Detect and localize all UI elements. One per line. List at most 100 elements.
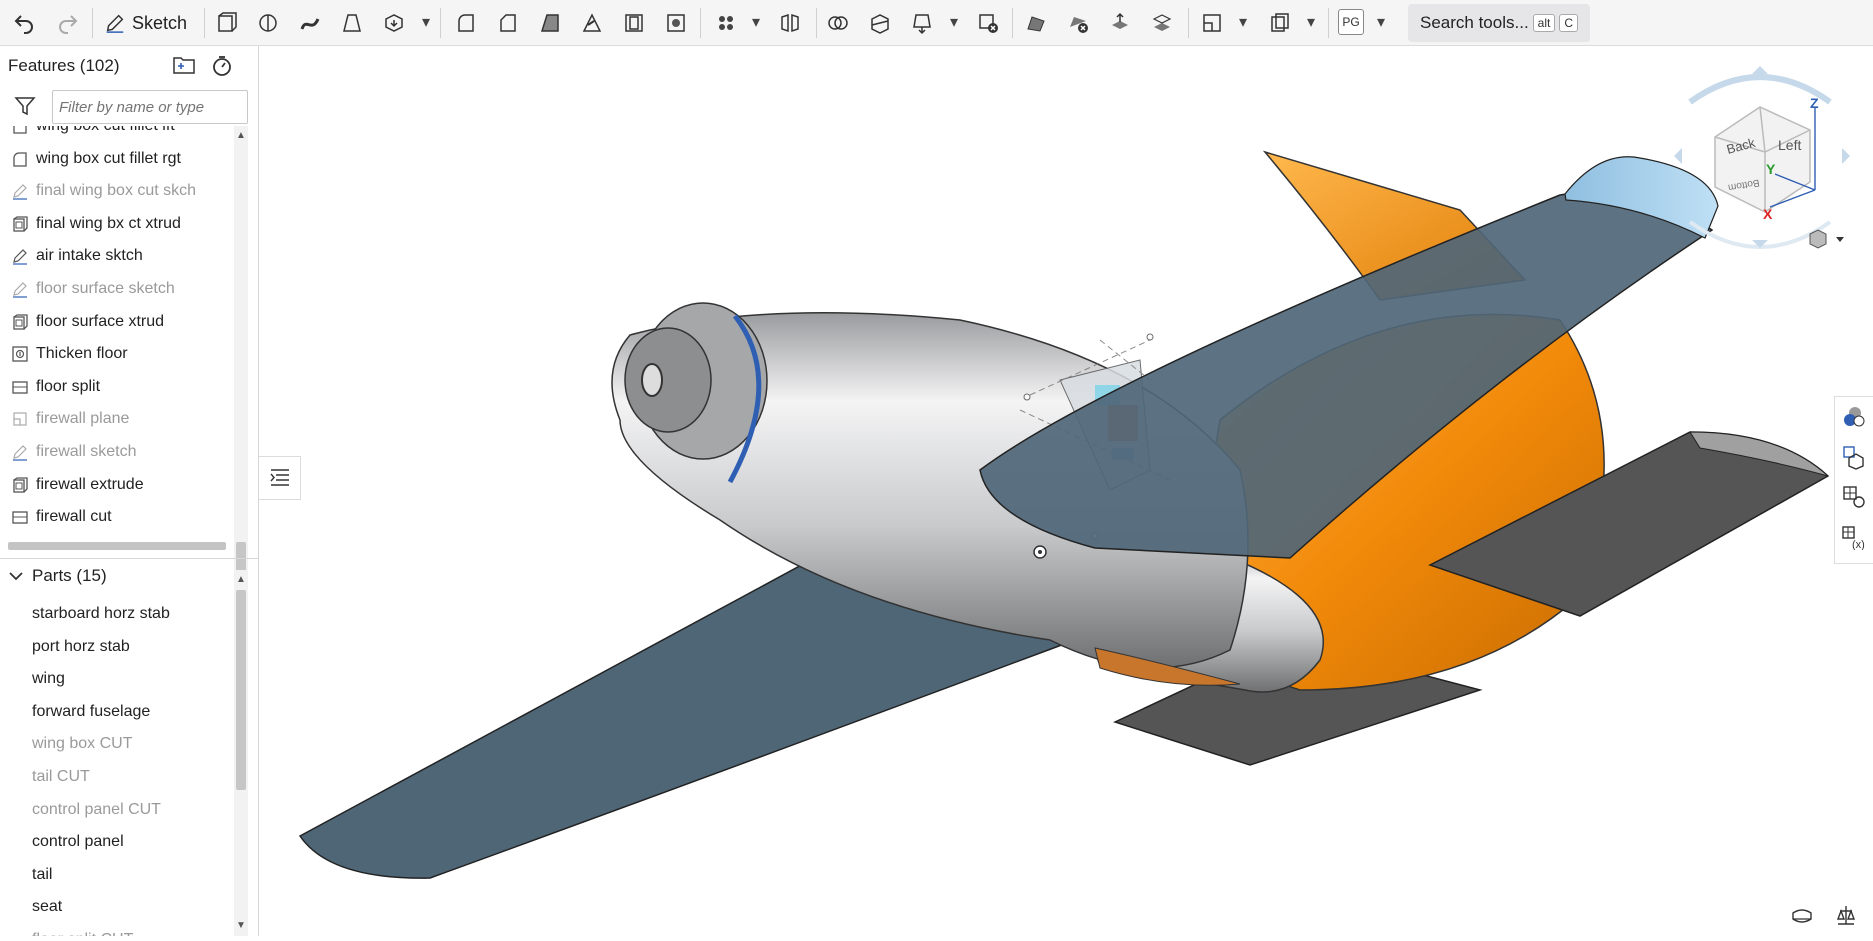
scroll-up-arrow[interactable]: ▲ — [234, 128, 248, 142]
mate-connector-icon[interactable] — [1262, 6, 1298, 40]
svg-text:(x): (x) — [1852, 539, 1865, 550]
thicken-icon[interactable] — [376, 6, 412, 40]
feature-item[interactable]: Thicken floor — [0, 338, 235, 370]
filter-icon[interactable] — [14, 96, 36, 121]
transform-icon[interactable] — [904, 6, 940, 40]
feature-item[interactable]: floor surface sketch — [0, 273, 235, 305]
graphics-viewport[interactable] — [260, 46, 1873, 936]
search-tools-button[interactable]: Search tools... alt C — [1408, 4, 1590, 42]
plane-icon[interactable] — [1194, 6, 1230, 40]
delete-face-icon[interactable] — [1060, 6, 1096, 40]
replace-face-icon[interactable] — [1144, 6, 1180, 40]
add-folder-icon[interactable] — [172, 54, 196, 81]
chevron-down-icon[interactable]: ▾ — [1374, 12, 1388, 32]
pattern-icon[interactable] — [708, 6, 744, 40]
undo-icon[interactable] — [6, 6, 42, 40]
part-item[interactable]: starboard horz stab — [32, 598, 170, 630]
feature-list-panel: Features (102) wing box cut fillet lftwi… — [0, 46, 259, 936]
part-item[interactable]: tail CUT — [32, 761, 90, 793]
extrude-icon — [9, 475, 31, 495]
variables-icon[interactable]: (x) — [1839, 521, 1869, 553]
chevron-down-icon[interactable]: ▾ — [749, 12, 763, 32]
sketch-icon — [9, 246, 31, 266]
feature-item[interactable]: air intake sktch — [0, 240, 235, 272]
delete-part-icon[interactable] — [970, 6, 1006, 40]
feature-item[interactable]: firewall cut — [0, 501, 235, 533]
feature-item[interactable]: firewall sketch — [0, 436, 235, 468]
chevron-down-icon[interactable]: ▾ — [1236, 12, 1250, 32]
parts-list-scrollbar[interactable]: ▲ ▼ — [234, 570, 248, 936]
horizontal-scrollbar[interactable] — [8, 542, 226, 550]
scroll-down-arrow[interactable]: ▼ — [234, 918, 248, 932]
shortcut-key-alt: alt — [1532, 14, 1556, 32]
feature-item[interactable]: firewall extrude — [0, 469, 235, 501]
filter-input[interactable] — [52, 90, 248, 124]
part-item[interactable]: control panel CUT — [32, 794, 161, 826]
feature-list-scrollbar[interactable]: ▲ ▼ — [234, 126, 248, 606]
chevron-down-icon[interactable]: ▾ — [947, 12, 961, 32]
airplane-model[interactable] — [260, 46, 1873, 936]
rollback-timer-icon[interactable] — [210, 54, 234, 83]
loft-icon[interactable] — [334, 6, 370, 40]
sketch-icon — [9, 181, 31, 201]
mass-properties-icon[interactable] — [1839, 441, 1869, 473]
revolve-icon[interactable] — [250, 6, 286, 40]
panel-divider[interactable] — [0, 558, 259, 559]
fillet-icon — [9, 126, 31, 136]
chevron-down-icon[interactable]: ▾ — [419, 12, 433, 32]
rib-icon[interactable] — [574, 6, 610, 40]
part-item[interactable]: wing — [32, 663, 65, 695]
thicken-icon — [9, 344, 31, 364]
mirror-icon[interactable] — [772, 6, 808, 40]
scroll-up-arrow[interactable]: ▲ — [234, 572, 248, 586]
shell-icon[interactable] — [616, 6, 652, 40]
feature-item[interactable]: firewall plane — [0, 403, 235, 435]
part-item[interactable]: tail — [32, 859, 52, 891]
part-item[interactable]: seat — [32, 891, 62, 923]
sketch-button[interactable]: Sketch — [96, 6, 196, 40]
feature-item-label: air intake sktch — [36, 247, 143, 265]
boolean-icon[interactable] — [820, 6, 856, 40]
extrude-icon[interactable] — [208, 6, 244, 40]
filter-row — [0, 86, 259, 126]
feature-item[interactable]: wing box cut fillet rgt — [0, 143, 235, 175]
feature-item-label: firewall plane — [36, 410, 130, 428]
chamfer-icon[interactable] — [490, 6, 526, 40]
custom-feature-button[interactable]: PG — [1338, 9, 1364, 35]
scrollbar-thumb[interactable] — [236, 590, 246, 790]
measure-icon[interactable] — [1834, 903, 1858, 932]
modify-fillet-icon[interactable] — [1018, 6, 1054, 40]
part-item[interactable]: wing box CUT — [32, 728, 132, 760]
split-icon — [9, 507, 31, 527]
feature-item[interactable]: final wing bx ct xtrud — [0, 208, 235, 240]
fillet-icon[interactable] — [448, 6, 484, 40]
hole-icon[interactable] — [658, 6, 694, 40]
split-icon[interactable] — [862, 6, 898, 40]
feature-item[interactable]: floor split — [0, 371, 235, 403]
sketch-icon — [9, 442, 31, 462]
chevron-down-icon[interactable] — [8, 570, 24, 582]
feature-list: wing box cut fillet lft wing box cut fill… — [0, 126, 235, 576]
view-mode-dropdown[interactable] — [1806, 228, 1846, 257]
axis-y-label: Y — [1766, 161, 1776, 177]
configurations-icon[interactable] — [1839, 481, 1869, 513]
chevron-down-icon[interactable]: ▾ — [1304, 12, 1318, 32]
feature-item-label: floor surface xtrud — [36, 312, 165, 330]
draft-icon[interactable] — [532, 6, 568, 40]
view-cube[interactable]: Back Left Bottom Z X Y — [1660, 62, 1860, 252]
feature-item[interactable]: final wing box cut skch — [0, 175, 235, 207]
feature-item[interactable]: floor surface xtrud — [0, 306, 235, 338]
extrude-icon — [9, 214, 31, 234]
part-item[interactable]: forward fuselage — [32, 696, 150, 728]
redo-icon[interactable] — [50, 6, 86, 40]
sweep-icon[interactable] — [292, 6, 328, 40]
part-item[interactable]: port horz stab — [32, 631, 130, 663]
top-toolbar: Sketch ▾ ▾ ▾ ▾ ▾ PG ▾ Search tools... al… — [0, 0, 1873, 46]
part-item[interactable]: control panel — [32, 826, 124, 858]
measure-tape-icon[interactable] — [1790, 905, 1814, 932]
appearance-icon[interactable] — [1839, 401, 1869, 433]
feature-item[interactable]: wing box cut fillet lft — [0, 126, 235, 142]
parts-header[interactable]: Parts (15) — [8, 566, 107, 586]
move-face-icon[interactable] — [1102, 6, 1138, 40]
part-item[interactable]: floor split CUT — [32, 924, 133, 936]
